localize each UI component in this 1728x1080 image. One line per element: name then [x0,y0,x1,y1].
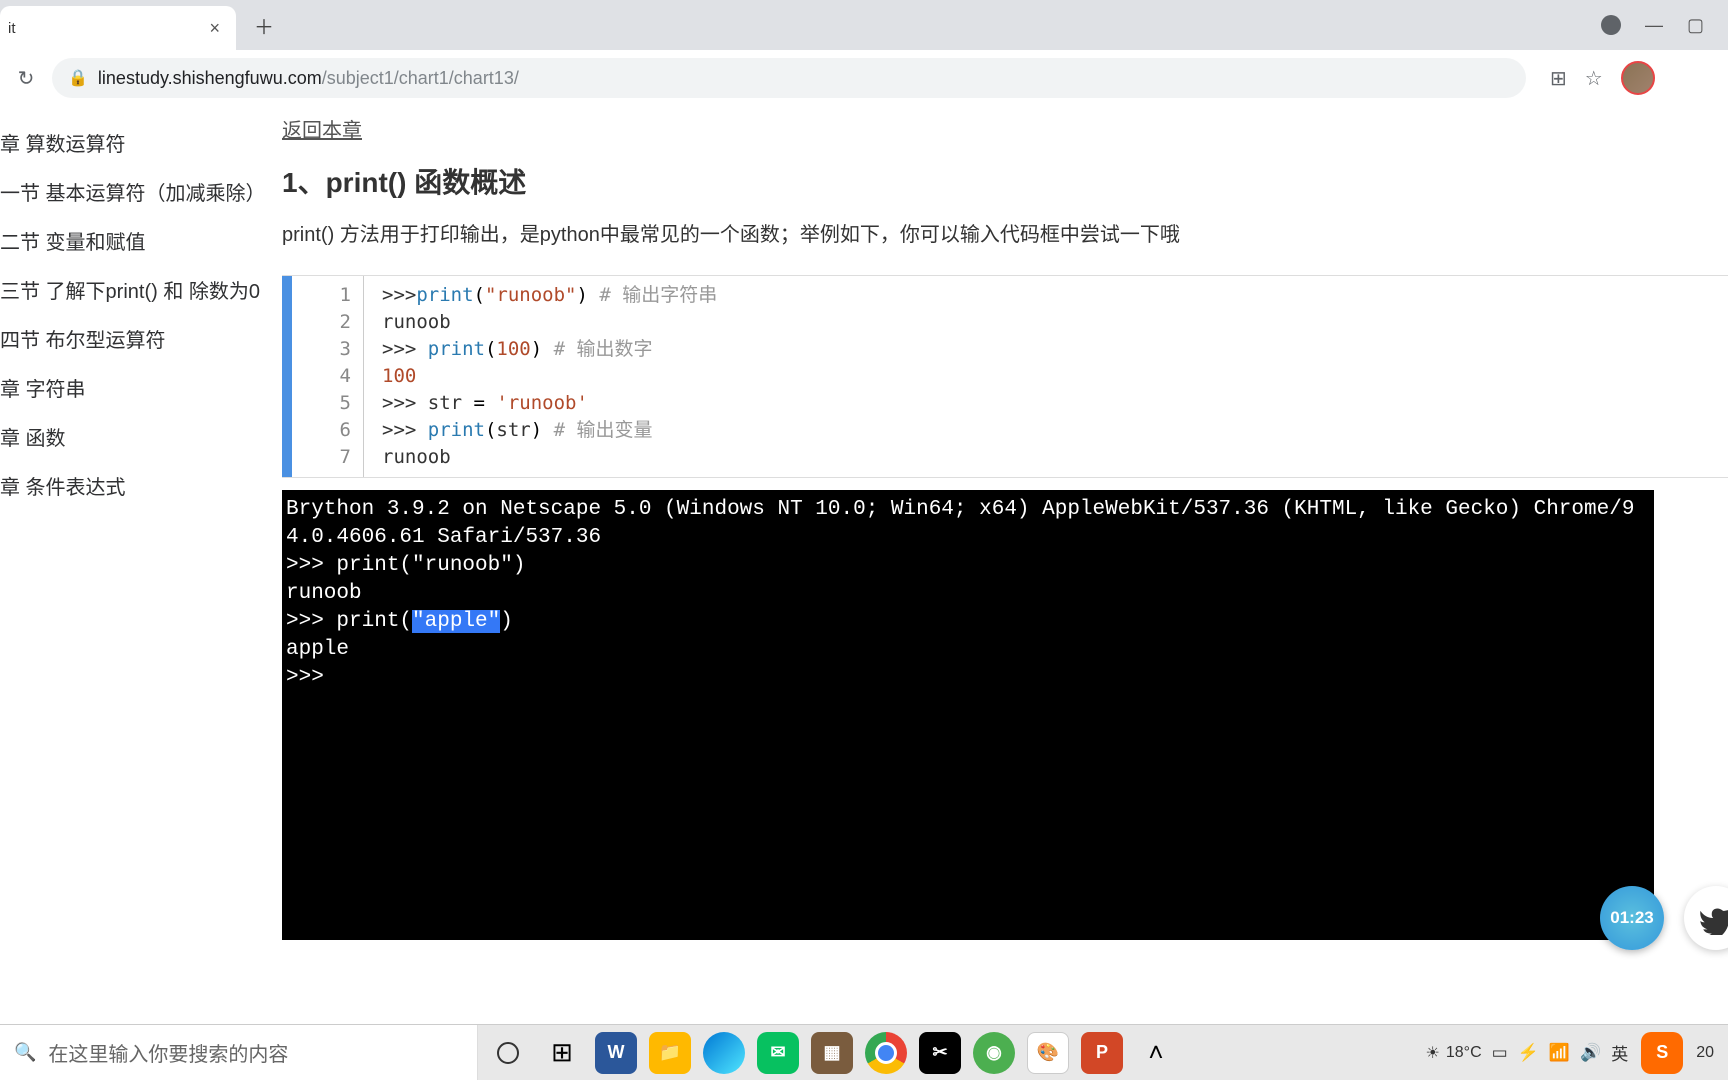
terminal-prompt[interactable]: >>> [286,664,1650,692]
code-line: runoob [382,309,717,336]
avatar[interactable] [1621,61,1655,95]
url-text: linestudy.shishengfuwu.com/subject1/char… [98,68,519,89]
code-line: >>> str = 'runoob' [382,390,717,417]
tray-expand-icon[interactable]: ˄ [1132,1029,1180,1077]
capcut-app[interactable]: ✂ [916,1029,964,1077]
paint-app[interactable]: 🎨 [1024,1029,1072,1077]
sidebar-item[interactable]: 三节 了解下print() 和 除数为0 [0,265,282,314]
line-number: 5 [292,390,351,417]
tab-title: it [8,20,16,37]
volume-icon[interactable]: 🔊 [1580,1043,1601,1063]
page-description: print() 方法用于打印输出，是python中最常见的一个函数；举例如下，你… [282,219,1728,251]
sun-icon: ☀ [1426,1043,1440,1063]
sidebar-item[interactable]: 章 条件表达式 [0,461,282,510]
code-lines: >>>print("runoob") # 输出字符串runoob>>> prin… [364,276,717,477]
minimize-icon[interactable]: — [1645,15,1663,36]
clock[interactable]: 20 [1696,1044,1714,1062]
line-number: 2 [292,309,351,336]
close-icon[interactable]: × [209,18,220,39]
terminal-line: >>> print("apple") [286,608,1650,636]
sidebar-item[interactable]: 一节 基本运算符（加减乘除） [0,167,282,216]
code-editor[interactable]: 1234567 >>>print("runoob") # 输出字符串runoob… [282,275,1728,478]
app-green[interactable]: ◉ [970,1029,1018,1077]
main-content: 返回本章 1、print() 函数概述 print() 方法用于打印输出，是py… [282,106,1728,1024]
sidebar-item[interactable]: 四节 布尔型运算符 [0,314,282,363]
browser-chrome: it × ＋ — ▢ ↻ 🔒 linestudy.shishengfuwu.co… [0,0,1728,106]
code-line: >>>print("runoob") # 输出字符串 [382,282,717,309]
tab-bar: it × ＋ — ▢ [0,0,1728,50]
sidebar: 章 算数运算符一节 基本运算符（加减乘除）二节 变量和赋值三节 了解下print… [0,106,282,1024]
timer-badge[interactable]: 01:23 [1600,886,1664,950]
line-number: 4 [292,363,351,390]
weather-widget[interactable]: ☀ 18°C [1426,1043,1482,1063]
sogou-app[interactable]: S [1638,1029,1686,1077]
line-number: 3 [292,336,351,363]
system-tray: ☀ 18°C ▭ ⚡ 📶 🔊 英 S 20 [1412,1029,1728,1077]
edge-app[interactable] [700,1029,748,1077]
network-icon[interactable]: ⚡ [1518,1043,1539,1063]
line-number: 6 [292,417,351,444]
reload-button[interactable]: ↻ [12,64,40,92]
powerpoint-app[interactable]: P [1078,1029,1126,1077]
taskbar-apps: ⊞ W 📁 ✉ ▦ ✂ ◉ 🎨 P ˄ [478,1029,1412,1077]
ime-indicator[interactable]: 英 [1611,1040,1628,1065]
taskbar: 🔍 在这里输入你要搜索的内容 ⊞ W 📁 ✉ ▦ ✂ ◉ 🎨 P ˄ ☀ 18°… [0,1024,1728,1080]
cortana-icon[interactable] [484,1029,532,1077]
install-icon[interactable]: ⊞ [1550,66,1567,91]
bookmark-icon[interactable]: ☆ [1585,66,1603,91]
line-number: 7 [292,444,351,471]
bird-icon[interactable] [1684,886,1728,950]
lock-icon: 🔒 [68,68,88,88]
explorer-app[interactable]: 📁 [646,1029,694,1077]
code-line: >>> print(str) # 输出变量 [382,417,717,444]
terminal-line: apple [286,636,1650,664]
back-link[interactable]: 返回本章 [282,114,362,143]
search-placeholder: 在这里输入你要搜索的内容 [48,1038,288,1067]
sidebar-item[interactable]: 二节 变量和赋值 [0,216,282,265]
editor-accent [282,276,292,477]
task-view-icon[interactable]: ⊞ [538,1029,586,1077]
sidebar-item[interactable]: 章 字符串 [0,363,282,412]
app-generic[interactable]: ▦ [808,1029,856,1077]
line-number: 1 [292,282,351,309]
address-bar: ↻ 🔒 linestudy.shishengfuwu.com/subject1/… [0,50,1728,106]
terminal[interactable]: Brython 3.9.2 on Netscape 5.0 (Windows N… [282,490,1654,940]
page-title: 1、print() 函数概述 [282,161,1728,201]
sidebar-item[interactable]: 章 算数运算符 [0,118,282,167]
profile-icon[interactable] [1601,15,1621,35]
maximize-icon[interactable]: ▢ [1687,15,1704,36]
code-line: >>> print(100) # 输出数字 [382,336,717,363]
chrome-app[interactable] [862,1029,910,1077]
code-line: 100 [382,363,717,390]
word-app[interactable]: W [592,1029,640,1077]
wechat-app[interactable]: ✉ [754,1029,802,1077]
search-icon: 🔍 [14,1042,36,1063]
taskbar-search[interactable]: 🔍 在这里输入你要搜索的内容 [0,1025,478,1080]
page-content: 章 算数运算符一节 基本运算符（加减乘除）二节 变量和赋值三节 了解下print… [0,106,1728,1024]
battery-icon[interactable]: ▭ [1492,1043,1508,1063]
url-input[interactable]: 🔒 linestudy.shishengfuwu.com/subject1/ch… [52,58,1526,98]
line-number-gutter: 1234567 [292,276,364,477]
new-tab-button[interactable]: ＋ [248,9,280,41]
code-line: runoob [382,444,717,471]
address-bar-actions: ⊞ ☆ [1550,61,1655,95]
window-controls: — ▢ [1601,15,1728,36]
browser-tab[interactable]: it × [0,6,236,50]
sidebar-item[interactable]: 章 函数 [0,412,282,461]
wifi-icon[interactable]: 📶 [1549,1043,1570,1063]
